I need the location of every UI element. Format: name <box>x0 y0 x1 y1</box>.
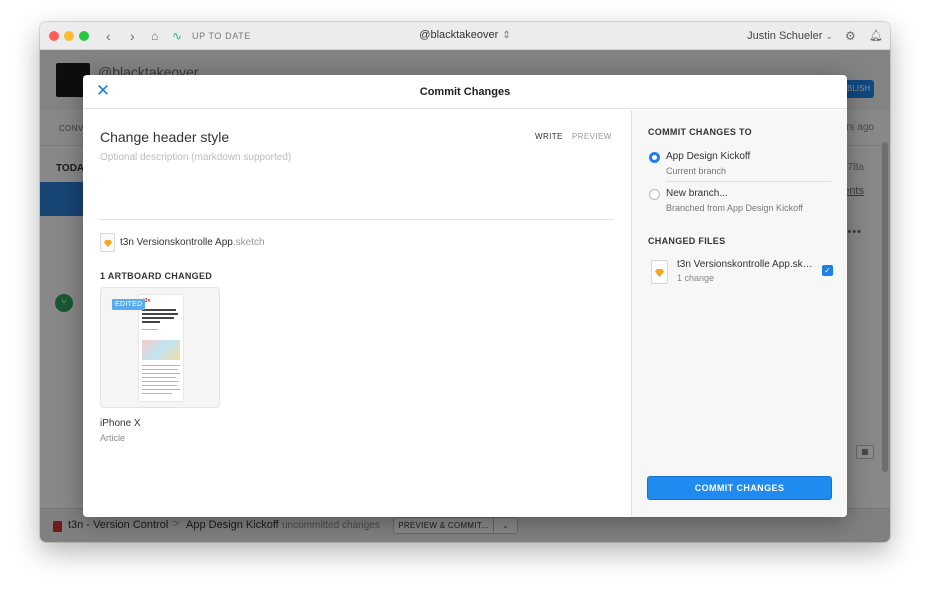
tab-preview[interactable]: PREVIEW <box>572 132 612 141</box>
bell-icon[interactable]: 🔔︎ <box>869 27 883 45</box>
sketch-gem-icon <box>104 240 112 247</box>
sketch-gem-icon <box>655 269 664 277</box>
divider <box>666 181 831 182</box>
thumb-headline-line <box>142 309 176 311</box>
radio-current-branch[interactable] <box>649 152 660 163</box>
artboard-thumbnail: t3n <box>139 295 183 401</box>
sketch-file-icon <box>651 260 668 284</box>
commit-modal: ✕ Commit Changes Change header style WRI… <box>83 75 847 517</box>
changed-file-count: 1 change <box>677 273 715 283</box>
changed-files-heading: CHANGED FILES <box>648 236 726 246</box>
thumb-text-line <box>142 365 180 366</box>
artboards-changed-heading: 1 ARTBOARD CHANGED <box>100 271 213 281</box>
option-new-branch-sub: Branched from App Design Kickoff <box>666 203 803 213</box>
file-extension: .sketch <box>232 237 265 248</box>
commit-to-heading: COMMIT CHANGES TO <box>648 127 752 137</box>
thumb-headline-line <box>142 313 178 315</box>
modal-header: ✕ Commit Changes <box>83 75 847 109</box>
chevron-updown-icon: ⇕ <box>502 30 511 41</box>
artboard-subtitle: Article <box>100 433 126 443</box>
modal-title: Commit Changes <box>419 86 511 98</box>
thumb-headline-line <box>142 321 160 323</box>
tab-write[interactable]: WRITE <box>535 132 563 141</box>
file-name: t3n Versionskontrolle App.sketch <box>120 237 265 248</box>
title-bar: ‹ › ⌂ ∿ UP TO DATE @blacktakeover ⇕ Justi… <box>40 22 890 50</box>
chevron-down-icon: ⌄ <box>825 31 833 41</box>
thumb-text-line <box>142 377 176 378</box>
option-new-branch-label[interactable]: New branch... <box>666 188 728 199</box>
commit-title-input[interactable]: Change header style <box>100 129 229 145</box>
artboard-name: iPhone X <box>100 418 141 429</box>
settings-icon[interactable]: ⚙ <box>845 27 856 45</box>
thumb-image <box>142 340 180 360</box>
commit-message-panel: Change header style WRITE PREVIEW Option… <box>83 110 631 517</box>
sketch-file-icon <box>100 233 115 252</box>
thumb-author-line <box>142 329 158 330</box>
option-current-branch-sub: Current branch <box>666 166 727 176</box>
changed-file-name: t3n Versionskontrolle App.sketch <box>677 259 817 270</box>
thumb-text-line <box>142 369 178 370</box>
user-name-text: Justin Schueler <box>747 30 823 42</box>
radio-new-branch[interactable] <box>649 189 660 200</box>
thumb-headline-line <box>142 317 174 319</box>
checkmark-icon[interactable]: ✓ <box>822 265 833 276</box>
edited-badge: EDITED <box>112 299 146 310</box>
file-basename: t3n Versionskontrolle App <box>120 237 233 248</box>
thumb-text-line <box>142 385 177 386</box>
divider <box>100 219 614 220</box>
description-input[interactable]: Optional description (markdown supported… <box>100 152 291 163</box>
artboard-card[interactable]: t3n EDITED <box>100 287 220 408</box>
commit-changes-button[interactable]: COMMIT CHANGES <box>647 476 832 500</box>
thumb-text-line <box>142 393 172 394</box>
document-title-text: @blacktakeover <box>419 29 499 41</box>
thumb-text-line <box>142 389 180 390</box>
thumb-text-line <box>142 381 179 382</box>
option-current-branch-label[interactable]: App Design Kickoff <box>666 151 750 162</box>
user-menu[interactable]: Justin Schueler ⌄ <box>747 30 833 42</box>
thumb-text-line <box>142 373 180 374</box>
commit-options-panel: COMMIT CHANGES TO App Design Kickoff Cur… <box>631 110 847 517</box>
